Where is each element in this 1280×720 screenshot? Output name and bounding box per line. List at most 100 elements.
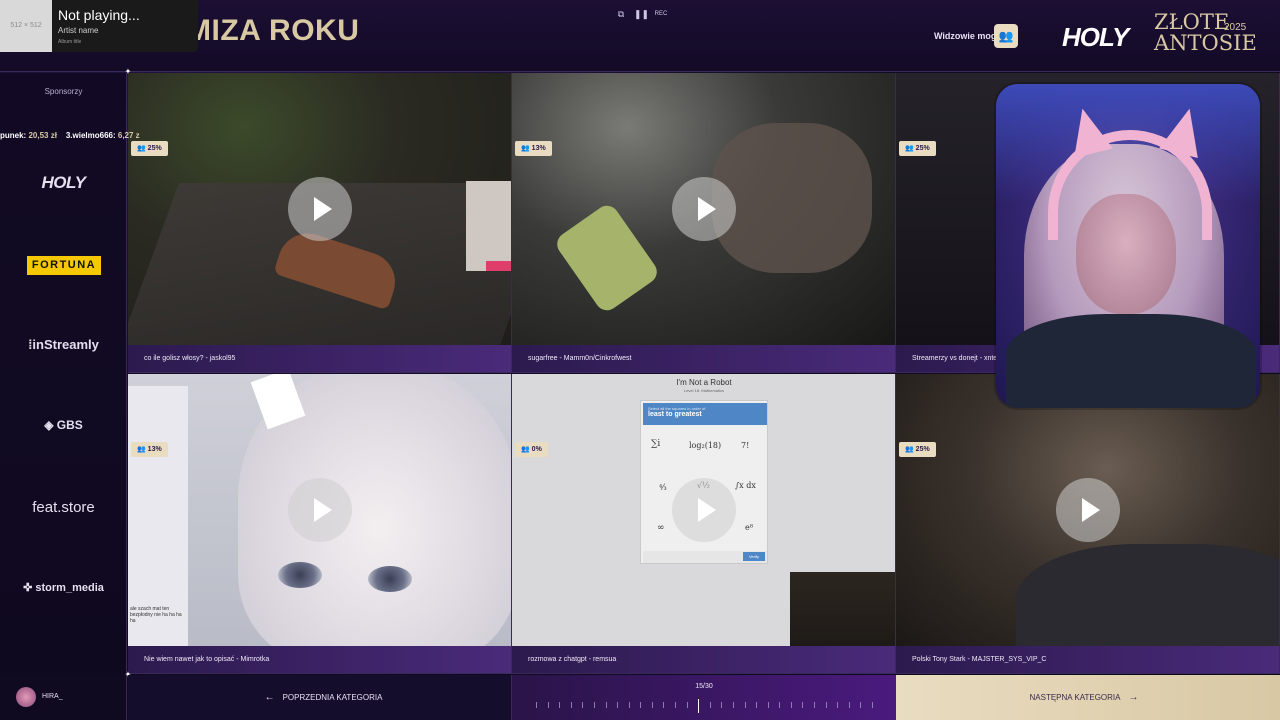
- progress-tick: [663, 702, 664, 708]
- progress-tick: [640, 702, 641, 708]
- progress-tick: [860, 702, 861, 708]
- progress-tick: [548, 702, 549, 708]
- brand-zlote-antosie-logo: ZŁOTE ANTOSIE: [1154, 12, 1257, 54]
- sponsor-holy[interactable]: HOLY: [0, 173, 127, 193]
- avatar[interactable]: [16, 687, 36, 707]
- sponsors-label: Sponsorzy: [44, 87, 83, 96]
- clip-caption: co ile golisz włosy? - jaskol95: [128, 345, 511, 372]
- vote-badge: 👥 13%: [131, 442, 168, 457]
- clip-tile[interactable]: ale szach mat ten bezpłodny nie ha ha ha…: [128, 374, 512, 674]
- users-icon: 👥: [998, 29, 1014, 43]
- vote-badge: 👥 25%: [899, 442, 936, 457]
- clip-tile[interactable]: I'm Not a Robot Level 16: Mathematics Se…: [512, 374, 896, 674]
- vote-percent: 25%: [915, 145, 930, 152]
- progress-tick: [606, 702, 607, 708]
- thumb-hand: [712, 123, 872, 273]
- rec-label[interactable]: REC: [654, 7, 668, 21]
- math-cell: log₂(18): [689, 441, 722, 450]
- math-cell: ⁴⁄₃: [659, 483, 667, 492]
- users-icon: 👥: [137, 446, 148, 453]
- progress-tick: [826, 702, 827, 708]
- now-playing-widget: 512 × 512 Not playing... Artist name Alb…: [0, 0, 198, 52]
- copy-icon[interactable]: ⧉: [614, 7, 628, 21]
- math-cell: ∫x dx: [735, 481, 756, 490]
- math-cell: ∑i: [651, 439, 661, 449]
- progress-tick: [710, 702, 711, 708]
- storm-icon: ✜: [23, 582, 36, 594]
- progress-tick: [802, 702, 803, 708]
- play-icon[interactable]: [288, 177, 352, 241]
- donation-ticker: punek: 20,53 zł 3.wielmo666: 6,27 z: [0, 131, 170, 140]
- progress-tick: [756, 702, 757, 708]
- play-icon[interactable]: [672, 478, 736, 542]
- vote-percent: 13%: [531, 145, 546, 152]
- brand-year: 2025: [1224, 22, 1247, 33]
- clip-tile[interactable]: 👥 25% co ile golisz włosy? - jaskol95: [128, 73, 512, 373]
- progress-tick: [872, 702, 873, 708]
- progress-tick: [687, 702, 688, 708]
- sponsor-fortuna[interactable]: FORTUNA: [27, 256, 101, 275]
- progress-tick: [721, 702, 722, 708]
- progress-tick: [779, 702, 780, 708]
- progress-tick: [745, 702, 746, 708]
- corner-star-icon: ✦: [124, 67, 132, 76]
- category-progress: 15/30: [512, 675, 896, 720]
- play-icon[interactable]: [672, 177, 736, 241]
- ticker-donor: punek:: [0, 131, 27, 140]
- brand-holy-logo: HOLY: [1062, 22, 1129, 52]
- play-icon[interactable]: [288, 478, 352, 542]
- sponsor-storm-label: storm_media: [35, 582, 104, 594]
- ticker-donor: 3.wielmo666:: [65, 131, 116, 140]
- viewers-group-button[interactable]: 👥: [994, 24, 1018, 48]
- vote-badge: 👥 25%: [899, 141, 936, 156]
- progress-tick: [837, 702, 838, 708]
- next-category-button[interactable]: NASTĘPNA KATEGORIA →: [896, 675, 1280, 720]
- progress-tick: [849, 702, 850, 708]
- clip-caption: sugarfree - Mamm0n/Cinkrofwest: [512, 345, 895, 372]
- play-icon[interactable]: [1056, 478, 1120, 542]
- progress-tick: [617, 702, 618, 708]
- progress-ticks: [536, 699, 873, 713]
- thumb-can: [552, 201, 662, 315]
- next-category-label: NASTĘPNA KATEGORIA: [1029, 693, 1121, 702]
- arrow-right-icon: →: [1128, 692, 1139, 703]
- pause-icon[interactable]: ❚❚: [634, 7, 649, 21]
- users-icon: 👥: [905, 446, 916, 453]
- clip-caption: Polski Tony Stark - MAJSTER_SYS_VIP_C: [896, 646, 1279, 673]
- webcam-shirt: [1006, 314, 1256, 408]
- chat-message: ale szach mat ten bezpłodny nie ha ha ha…: [130, 606, 182, 624]
- progress-tick: [536, 702, 537, 708]
- progress-tick: [571, 702, 572, 708]
- verify-button[interactable]: Verify: [743, 552, 765, 561]
- progress-label: 15/30: [695, 683, 713, 690]
- vote-badge: 👥 13%: [515, 141, 552, 156]
- sponsor-feat-store[interactable]: feat.store: [0, 499, 127, 516]
- progress-tick: [594, 702, 595, 708]
- users-icon: 👥: [905, 145, 916, 152]
- sponsor-storm-media[interactable]: ✜ storm_media: [0, 581, 127, 594]
- clip-caption: rozmowa z chatgpt - remsua: [512, 646, 895, 673]
- user-panel: HIRA_: [0, 675, 127, 720]
- album-art-placeholder: 512 × 512: [0, 0, 52, 52]
- progress-tick: [791, 702, 792, 708]
- sponsor-instreamly[interactable]: ⁞inStreamly: [0, 337, 127, 352]
- gbs-icon: ◈: [44, 418, 57, 432]
- now-playing-title: Not playing...: [58, 7, 140, 23]
- previous-category-label: POPRZEDNIA KATEGORIA: [282, 693, 383, 702]
- previous-category-button[interactable]: ← POPRZEDNIA KATEGORIA: [128, 675, 512, 720]
- sponsor-gbs[interactable]: ◈ GBS: [0, 418, 127, 432]
- brand-antosie-text: ANTOSIE: [1154, 31, 1257, 55]
- users-icon: 👥: [137, 145, 148, 152]
- ticker-amount: 6,27 z: [117, 131, 140, 140]
- sponsors-sidebar: Sponsorzy HOLY FORTUNA ⁞inStreamly ◈ GBS…: [0, 73, 127, 674]
- sponsor-gbs-label: GBS: [56, 418, 83, 432]
- progress-tick: [768, 702, 769, 708]
- users-icon: 👥: [521, 446, 532, 453]
- robot-subtitle: Level 16: Mathematics: [683, 388, 725, 393]
- clip-caption: Nie wiem nawet jak to opisać - Mimrotka: [128, 646, 511, 673]
- clip-tile[interactable]: 👥 25% Polski Tony Stark - MAJSTER_SYS_VI…: [896, 374, 1280, 674]
- viewers-label: Widzowie mogą: [934, 31, 1002, 41]
- clip-tile[interactable]: 👥 13% sugarfree - Mamm0n/Cinkrofwest: [512, 73, 896, 373]
- progress-tick: [675, 702, 676, 708]
- anime-eye: [278, 562, 322, 588]
